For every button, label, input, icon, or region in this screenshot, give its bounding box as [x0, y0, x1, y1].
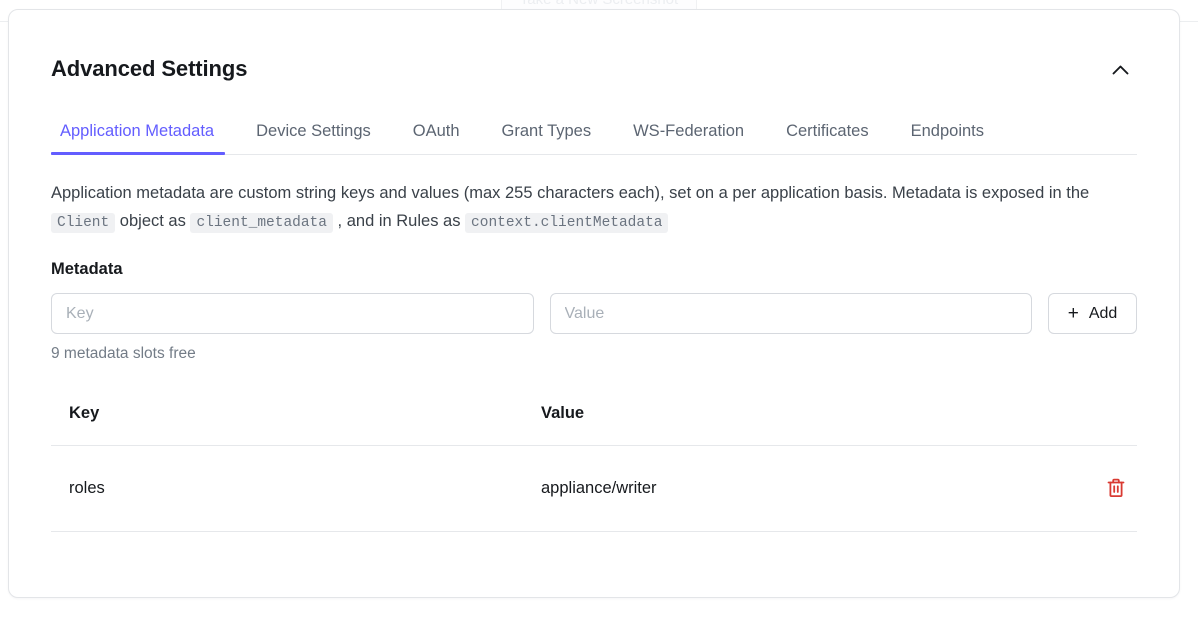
column-header-value: Value	[541, 404, 1057, 446]
card-body: Application metadata are custom string k…	[9, 179, 1179, 532]
tab-label: Device Settings	[256, 122, 371, 140]
cell-actions	[1057, 445, 1137, 531]
tab-certificates[interactable]: Certificates	[765, 122, 890, 154]
tab-bar: Application Metadata Device Settings OAu…	[51, 122, 1137, 155]
tab-device-settings[interactable]: Device Settings	[235, 122, 392, 154]
tab-label: Grant Types	[502, 122, 592, 140]
column-header-actions	[1057, 404, 1137, 446]
trash-icon	[1107, 478, 1125, 498]
code-client-metadata: client_metadata	[190, 213, 333, 233]
table-header: Key Value	[51, 404, 1137, 446]
metadata-table: Key Value roles appliance/writer	[51, 404, 1137, 532]
code-context-client-metadata: context.clientMetadata	[465, 213, 668, 233]
description-text-part-1: Application metadata are custom string k…	[51, 184, 1089, 202]
tab-grant-types[interactable]: Grant Types	[481, 122, 613, 154]
table-body: roles appliance/writer	[51, 445, 1137, 531]
table-header-row: Key Value	[51, 404, 1137, 446]
advanced-settings-card: Advanced Settings Application Metadata D…	[8, 9, 1180, 598]
metadata-field-label: Metadata	[51, 261, 1137, 278]
tab-label: WS-Federation	[633, 122, 744, 140]
metadata-key-input[interactable]	[51, 293, 534, 334]
chevron-up-icon	[1112, 64, 1129, 75]
description-text-part-2: object as	[115, 212, 190, 230]
metadata-description: Application metadata are custom string k…	[51, 179, 1137, 237]
tab-label: Application Metadata	[60, 122, 214, 140]
cell-value: appliance/writer	[541, 445, 1057, 531]
code-client: Client	[51, 213, 115, 233]
card-header: Advanced Settings	[9, 10, 1179, 86]
tab-label: OAuth	[413, 122, 460, 140]
table-row: roles appliance/writer	[51, 445, 1137, 531]
cell-key: roles	[51, 445, 541, 531]
delete-metadata-button[interactable]	[1103, 474, 1129, 502]
tab-label: Certificates	[786, 122, 869, 140]
plus-icon: +	[1068, 304, 1079, 323]
screenshot-root: Take a New Screenshot Advanced Settings …	[0, 0, 1198, 620]
tab-label: Endpoints	[911, 122, 984, 140]
description-text-part-3: , and in Rules as	[333, 212, 465, 230]
metadata-entry-row: + Add	[51, 293, 1137, 334]
page-title: Advanced Settings	[51, 58, 247, 80]
column-header-key: Key	[51, 404, 541, 446]
metadata-value-input[interactable]	[550, 293, 1033, 334]
add-metadata-button[interactable]: + Add	[1048, 293, 1137, 334]
add-button-label: Add	[1089, 306, 1117, 322]
metadata-slots-free-text: 9 metadata slots free	[51, 346, 1137, 362]
collapse-section-button[interactable]	[1103, 52, 1137, 86]
tab-endpoints[interactable]: Endpoints	[890, 122, 1005, 154]
tab-oauth[interactable]: OAuth	[392, 122, 481, 154]
tab-ws-federation[interactable]: WS-Federation	[612, 122, 765, 154]
tab-application-metadata[interactable]: Application Metadata	[51, 122, 235, 154]
